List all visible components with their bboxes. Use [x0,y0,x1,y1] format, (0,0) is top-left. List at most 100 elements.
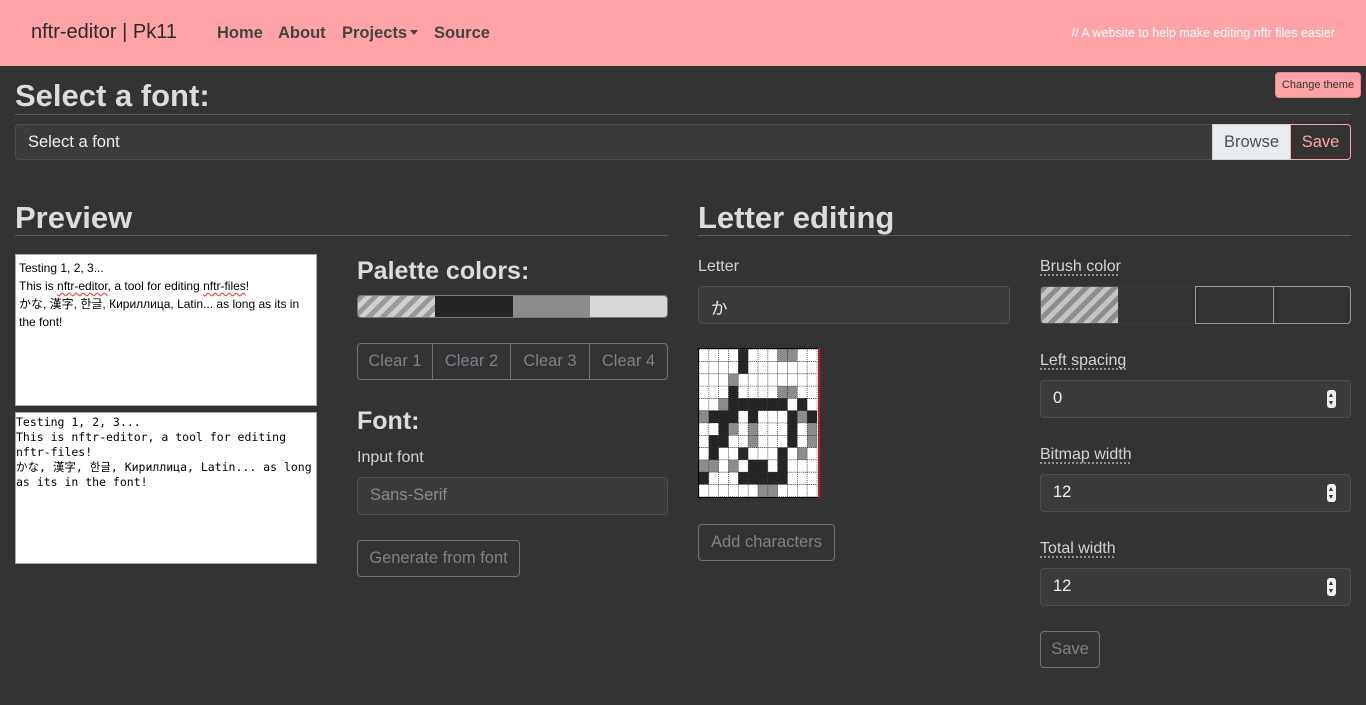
add-characters-button[interactable]: Add characters [698,524,835,561]
bitmap-pixel[interactable] [728,459,739,473]
bitmap-pixel[interactable] [718,447,729,461]
bitmap-pixel[interactable] [777,385,788,399]
bitmap-pixel[interactable] [757,422,769,436]
bitmap-pixel[interactable] [806,385,818,399]
bitmap-pixel[interactable] [708,385,719,399]
bitmap-pixel[interactable] [767,398,778,412]
brush-color-3[interactable] [1195,286,1274,324]
bitmap-pixel[interactable] [787,373,798,387]
bitmap-pixel[interactable] [738,447,749,461]
font-file-input[interactable]: Select a font [15,124,1213,160]
bitmap-pixel[interactable] [738,434,749,448]
bitmap-pixel[interactable] [787,361,798,375]
bitmap-pixel[interactable] [767,447,778,461]
bitmap-pixel[interactable] [777,410,788,424]
bitmap-pixel[interactable] [806,422,818,436]
bitmap-pixel[interactable] [718,385,729,399]
clear-4-button[interactable]: Clear 4 [589,343,668,380]
generate-from-font-button[interactable]: Generate from font [357,540,520,577]
bitmap-pixel[interactable] [777,398,788,412]
bitmap-pixel[interactable] [747,459,759,473]
bitmap-pixel[interactable] [787,410,798,424]
bitmap-pixel[interactable] [806,349,818,362]
bitmap-pixel[interactable] [738,422,749,436]
bitmap-pixel[interactable] [738,385,749,399]
bitmap-pixel[interactable] [708,373,719,387]
bitmap-pixel[interactable] [699,484,710,497]
browse-button[interactable]: Browse [1212,124,1291,160]
total-width-input[interactable]: 12 [1040,568,1351,606]
bitmap-pixel[interactable] [699,385,710,399]
letter-input[interactable]: か [698,286,1010,324]
bitmap-pixel[interactable] [787,385,798,399]
bitmap-pixel[interactable] [708,447,719,461]
bitmap-pixel[interactable] [699,447,710,461]
palette-swatch-1[interactable] [358,296,436,317]
bitmap-pixel[interactable] [797,471,808,485]
bitmap-pixel[interactable] [738,484,749,497]
bitmap-pixel[interactable] [777,434,788,448]
bitmap-pixel[interactable] [728,373,739,387]
bitmap-pixel[interactable] [777,484,788,497]
bitmap-pixel[interactable] [777,422,788,436]
bitmap-pixel[interactable] [797,385,808,399]
spinner-icon[interactable] [1327,484,1336,502]
palette-swatch-4[interactable] [589,296,667,317]
bitmap-pixel[interactable] [797,398,808,412]
brand-title[interactable]: nftr-editor | Pk11 [31,21,177,44]
clear-2-button[interactable]: Clear 2 [432,343,511,380]
bitmap-pixel[interactable] [728,385,739,399]
bitmap-pixel[interactable] [747,484,759,497]
bitmap-pixel[interactable] [738,410,749,424]
bitmap-pixel[interactable] [767,471,778,485]
spinner-icon[interactable] [1327,578,1336,596]
nav-link-about[interactable]: About [278,24,326,43]
bitmap-pixel[interactable] [699,471,710,485]
bitmap-pixel[interactable] [747,410,759,424]
bitmap-pixel[interactable] [728,447,739,461]
bitmap-pixel[interactable] [718,484,729,497]
bitmap-pixel[interactable] [708,398,719,412]
bitmap-pixel[interactable] [708,349,719,362]
preview-text-input[interactable]: Testing 1, 2, 3... This is nftr-editor, … [15,254,317,406]
bitmap-pixel[interactable] [757,373,769,387]
bitmap-pixel[interactable] [747,398,759,412]
bitmap-pixel[interactable] [767,410,778,424]
bitmap-pixel[interactable] [797,434,808,448]
bitmap-pixel[interactable] [787,471,798,485]
bitmap-pixel[interactable] [757,459,769,473]
bitmap-pixel[interactable] [757,447,769,461]
bitmap-pixel[interactable] [738,398,749,412]
bitmap-pixel[interactable] [757,361,769,375]
bitmap-pixel[interactable] [777,373,788,387]
bitmap-pixel[interactable] [738,459,749,473]
bitmap-pixel[interactable] [767,385,778,399]
bitmap-pixel[interactable] [738,373,749,387]
bitmap-pixel[interactable] [757,471,769,485]
bitmap-pixel[interactable] [777,471,788,485]
bitmap-pixel[interactable] [757,434,769,448]
bitmap-pixel[interactable] [718,471,729,485]
bitmap-pixel[interactable] [806,434,818,448]
brush-color-2[interactable] [1117,286,1196,324]
bitmap-pixel[interactable] [787,459,798,473]
bitmap-pixel[interactable] [728,484,739,497]
bitmap-pixel[interactable] [699,434,710,448]
bitmap-pixel[interactable] [708,434,719,448]
bitmap-pixel[interactable] [797,422,808,436]
bitmap-pixel[interactable] [738,349,749,362]
nav-link-projects[interactable]: Projects [342,24,419,43]
bitmap-pixel[interactable] [747,471,759,485]
bitmap-pixel[interactable] [797,459,808,473]
brush-color-4[interactable] [1272,286,1351,324]
left-spacing-input[interactable]: 0 [1040,380,1351,418]
bitmap-pixel[interactable] [718,410,729,424]
bitmap-pixel[interactable] [806,410,818,424]
bitmap-pixel[interactable] [718,434,729,448]
bitmap-pixel[interactable] [738,471,749,485]
bitmap-pixel[interactable] [797,447,808,461]
bitmap-pixel[interactable] [797,373,808,387]
bitmap-pixel[interactable] [728,398,739,412]
bitmap-pixel[interactable] [728,471,739,485]
bitmap-pixel[interactable] [728,361,739,375]
